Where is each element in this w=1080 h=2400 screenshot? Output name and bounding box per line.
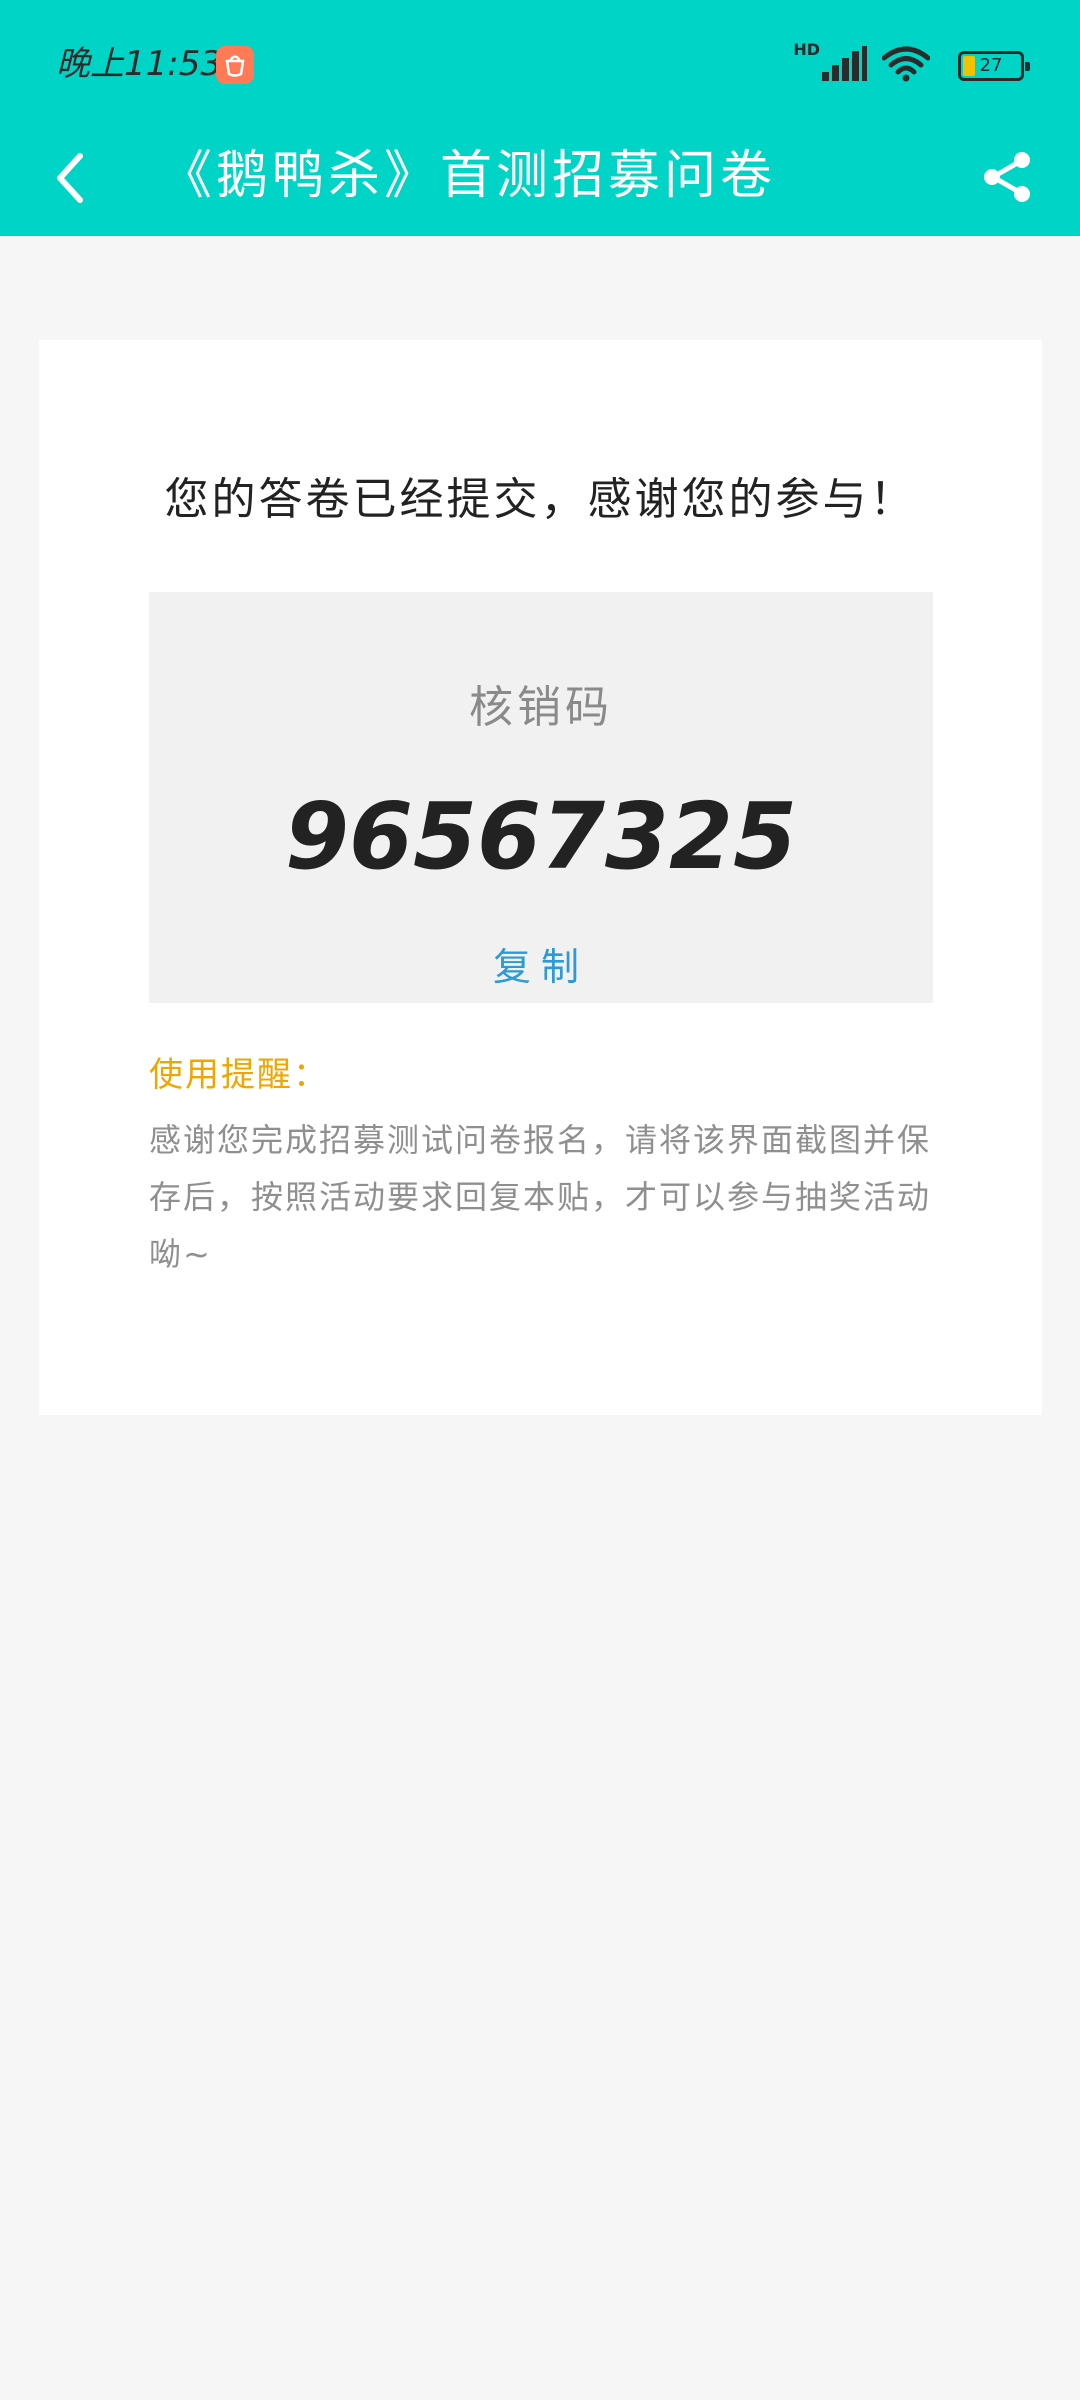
status-time: 晚上11:53 <box>56 44 222 84</box>
app-notification-icon <box>216 46 254 84</box>
wifi-icon <box>881 46 931 86</box>
status-bar: 晚上11:53 HD 27 <box>0 0 1080 130</box>
share-button[interactable] <box>974 144 1040 210</box>
verification-code-box: 核销码 96567325 复制 <box>149 592 933 1003</box>
page-title: 《鹅鸭杀》首测招募问卷 <box>160 146 777 206</box>
app-header: 晚上11:53 HD 27 《鹅鸭杀》首测招募问卷 <box>0 0 1080 236</box>
status-icons: HD 27 <box>793 40 1030 86</box>
nav-bar: 《鹅鸭杀》首测招募问卷 <box>0 130 1080 236</box>
back-button[interactable] <box>40 148 100 208</box>
network-type-label: HD <box>793 40 820 59</box>
tip-title: 使用提醒： <box>149 1055 329 1095</box>
result-card: 您的答卷已经提交，感谢您的参与！ 核销码 96567325 复制 使用提醒： 感… <box>39 340 1042 1415</box>
cellular-signal-icon <box>820 46 868 86</box>
chevron-left-icon <box>57 153 83 203</box>
code-label: 核销码 <box>469 682 613 733</box>
success-message: 您的答卷已经提交，感谢您的参与！ <box>164 474 917 525</box>
tip-body: 感谢您完成招募测试问卷报名，请将该界面截图并保存后，按照活动要求回复本贴，才可以… <box>149 1121 932 1273</box>
verification-code: 96567325 <box>284 783 798 890</box>
battery-icon: 27 <box>958 51 1030 81</box>
share-icon <box>984 152 1030 202</box>
copy-button[interactable]: 复制 <box>149 942 933 992</box>
battery-level: 27 <box>979 55 1003 76</box>
